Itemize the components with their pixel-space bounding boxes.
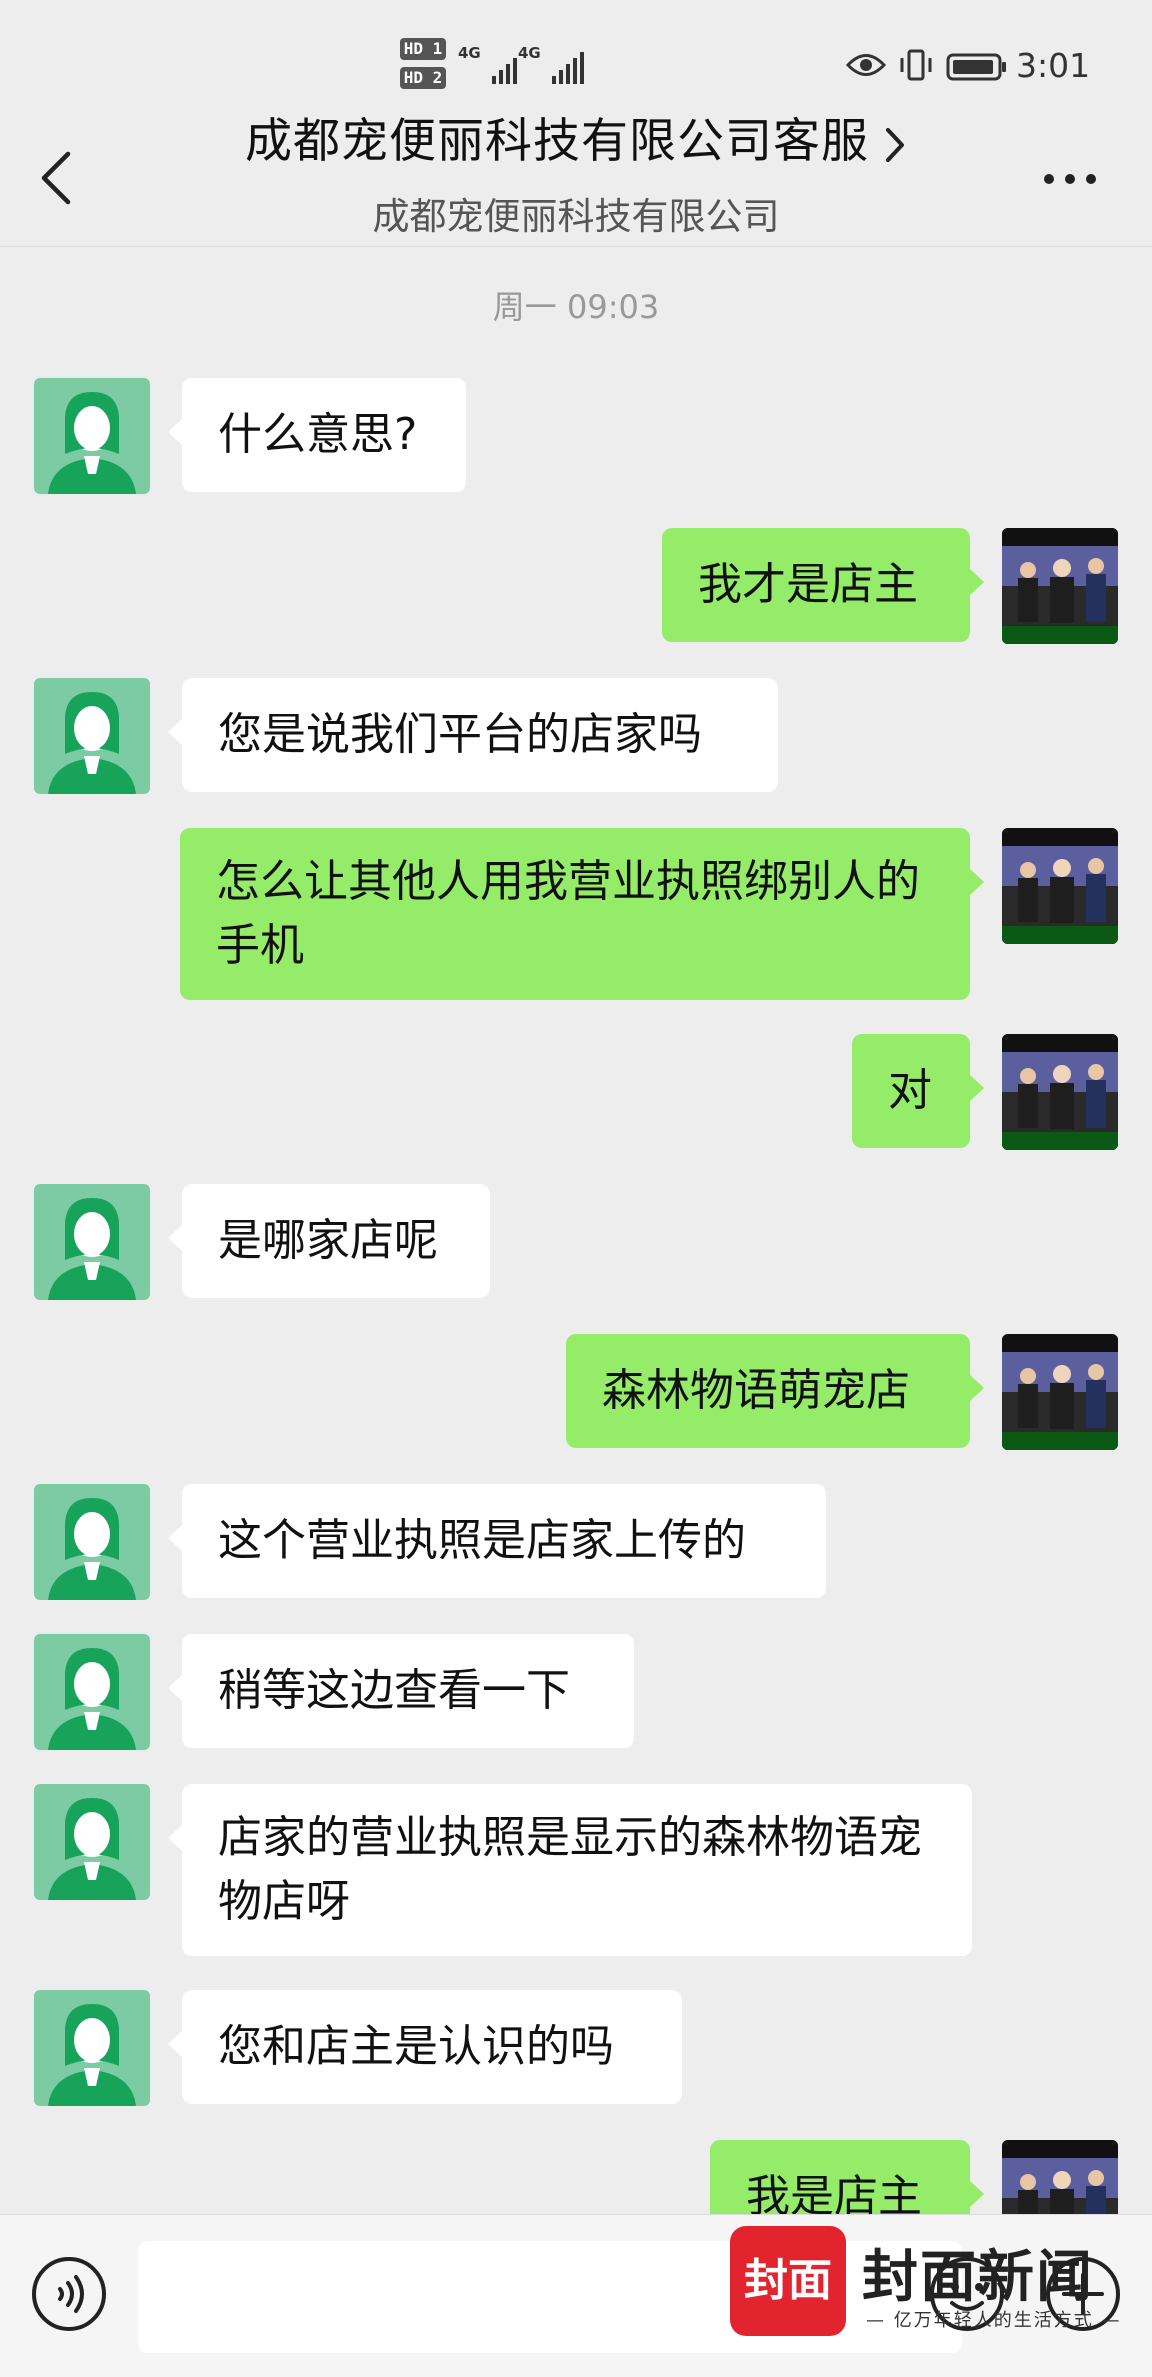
agent-avatar[interactable] [34, 378, 150, 494]
user-photo-icon [1002, 1034, 1118, 1150]
more-dots-icon[interactable] [1042, 172, 1098, 186]
user-avatar[interactable] [1002, 828, 1118, 944]
chevron-right-icon [886, 127, 904, 162]
signal-bars-2-icon [552, 52, 584, 84]
agent-avatar[interactable] [34, 678, 150, 794]
agent-avatar[interactable] [34, 1990, 150, 2106]
message-bubble-outgoing[interactable]: 我才是店主 [662, 528, 984, 642]
agent-avatar[interactable] [34, 1484, 150, 1600]
message-bubble-incoming[interactable]: 店家的营业执照是显示的森林物语宠物店呀 [168, 1784, 972, 1956]
status-bar: HD 1 HD 2 4G 4G 3:01 [0, 0, 1152, 130]
message-bubble-incoming[interactable]: 您是说我们平台的店家吗 [168, 678, 778, 792]
female-avatar-icon [48, 392, 136, 494]
user-avatar[interactable] [1002, 528, 1118, 644]
hd-indicators: HD 1 HD 2 [400, 38, 448, 96]
female-avatar-icon [48, 2004, 136, 2106]
battery-icon [946, 53, 1006, 81]
voice-icon[interactable] [30, 2255, 108, 2333]
message-bubble-outgoing[interactable]: 对 [852, 1034, 984, 1148]
chat-subtitle: 成都宠便丽科技有限公司 [372, 195, 780, 238]
user-avatar[interactable] [1002, 1334, 1118, 1450]
chat-title-text: 成都宠便丽科技有限公司客服 [245, 114, 869, 169]
chat-title[interactable]: 成都宠便丽科技有限公司客服 [0, 112, 1152, 172]
agent-avatar[interactable] [34, 1184, 150, 1300]
message-bubble-outgoing[interactable]: 怎么让其他人用我营业执照绑别人的手机 [180, 828, 984, 1000]
message-bubble-incoming[interactable]: 您和店主是认识的吗 [168, 1990, 682, 2104]
hd2-badge: HD 2 [400, 67, 446, 89]
header-divider [0, 246, 1152, 247]
female-avatar-icon [48, 1498, 136, 1600]
eye-icon [846, 54, 886, 76]
watermark-slogan: — 亿万年轻人的生活方式 — [866, 2310, 1122, 2331]
agent-avatar[interactable] [34, 1784, 150, 1900]
message-bubble-incoming[interactable]: 什么意思? [168, 378, 466, 492]
user-photo-icon [1002, 828, 1118, 944]
female-avatar-icon [48, 1648, 136, 1750]
female-avatar-icon [48, 1798, 136, 1900]
user-avatar[interactable] [1002, 1034, 1118, 1150]
user-photo-icon [1002, 1334, 1118, 1450]
status-time: 3:01 [1016, 46, 1091, 85]
message-bubble-outgoing[interactable]: 森林物语萌宠店 [566, 1334, 984, 1448]
female-avatar-icon [48, 692, 136, 794]
message-bubble-incoming[interactable]: 这个营业执照是店家上传的 [168, 1484, 826, 1598]
watermark-name: 封面新闻 [862, 2244, 1094, 2310]
message-bubble-incoming[interactable]: 稍等这边查看一下 [168, 1634, 634, 1748]
hd1-badge: HD 1 [400, 38, 446, 60]
chat-timestamp: 周一 09:03 [492, 288, 660, 326]
agent-avatar[interactable] [34, 1634, 150, 1750]
message-bubble-incoming[interactable]: 是哪家店呢 [168, 1184, 490, 1298]
female-avatar-icon [48, 1198, 136, 1300]
user-photo-icon [1002, 528, 1118, 644]
watermark-logo: 封面 [730, 2226, 846, 2336]
vibrate-icon [900, 49, 932, 81]
